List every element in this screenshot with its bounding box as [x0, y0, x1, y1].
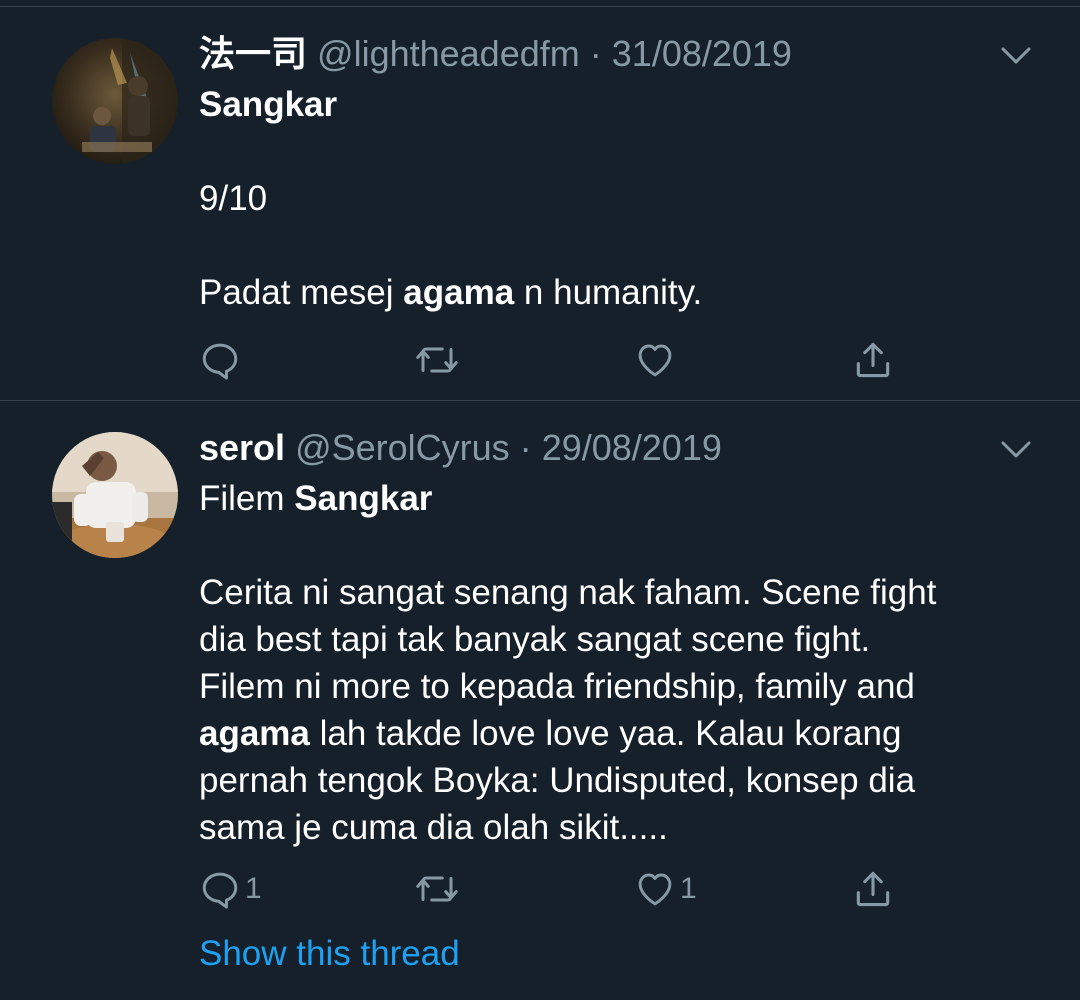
- share-button[interactable]: [851, 335, 895, 385]
- tweet-actions: 1 1: [199, 864, 919, 914]
- reply-button[interactable]: 1: [199, 864, 262, 914]
- tweet-header: 法一司 @lightheadedfm · 31/08/2019: [199, 32, 792, 76]
- tweet-text-run: Filem: [199, 479, 295, 518]
- tweet-text-line: Filem ni more to kepada friendship, fami…: [199, 663, 1019, 710]
- tweet-text-run: Cerita ni sangat senang nak faham. Scene…: [199, 573, 937, 612]
- tweet-date[interactable]: 31/08/2019: [612, 33, 792, 74]
- like-icon: [638, 873, 672, 906]
- retweet-icon: [416, 876, 458, 902]
- show-thread-link[interactable]: Show this thread: [199, 931, 460, 977]
- retweet-button[interactable]: [414, 335, 460, 385]
- tweet-text-line: Filem Sangkar: [199, 475, 1019, 522]
- tweet-text-line: Cerita ni sangat senang nak faham. Scene…: [199, 569, 1019, 616]
- tweet-text-line: pernah tengok Boyka: Undisputed, konsep …: [199, 757, 1019, 804]
- chevron-down-icon[interactable]: [998, 431, 1034, 467]
- highlighted-keyword: Sangkar: [294, 479, 433, 518]
- highlighted-keyword: agama: [403, 273, 515, 312]
- user-handle[interactable]: @SerolCyrus: [295, 427, 510, 468]
- tweet-card[interactable]: 法一司 @lightheadedfm · 31/08/2019 Sangkar 9…: [0, 7, 1080, 400]
- tweet-card[interactable]: serol @SerolCyrus · 29/08/2019 Filem San…: [0, 401, 1080, 1000]
- tweet-text-line: 9/10: [199, 175, 1019, 222]
- tweet-text-line: dia best tapi tak banyak sangat scene fi…: [199, 616, 1019, 663]
- tweet-text-run: pernah tengok Boyka: Undisputed, konsep …: [199, 761, 916, 800]
- display-name[interactable]: serol: [199, 427, 285, 468]
- like-button[interactable]: [634, 335, 680, 385]
- chevron-down-icon[interactable]: [998, 37, 1034, 73]
- like-icon: [638, 344, 672, 377]
- share-button[interactable]: [851, 864, 895, 914]
- avatar[interactable]: [52, 432, 178, 558]
- separator-dot: ·: [589, 33, 602, 74]
- tweet-text-run: 9/10: [199, 179, 268, 218]
- highlighted-keyword: Sangkar: [199, 85, 338, 124]
- like-button[interactable]: 1: [634, 864, 697, 914]
- tweet-text-run: lah takde love love yaa. Kalau korang: [309, 714, 902, 753]
- reply-icon: [202, 343, 238, 380]
- tweet-text-line: sama je cuma dia olah sikit.....: [199, 804, 1019, 851]
- highlighted-keyword: agama: [199, 714, 310, 753]
- tweet-text-run: sama je cuma dia olah sikit.....: [199, 808, 668, 847]
- retweet-icon: [416, 347, 458, 373]
- like-count: 1: [680, 872, 697, 905]
- user-handle[interactable]: @lightheadedfm: [317, 33, 580, 74]
- separator-dot: ·: [519, 427, 532, 468]
- tweet-text: Filem Sangkar Cerita ni sangat senang nak…: [199, 475, 1019, 851]
- tweet-text-line: Sangkar: [199, 81, 1019, 128]
- retweet-button[interactable]: [414, 864, 460, 914]
- reply-count: 1: [245, 872, 262, 905]
- tweet-text-run: Filem ni more to kepada friendship, fami…: [199, 667, 915, 706]
- reply-button[interactable]: [199, 335, 245, 385]
- tweet-date[interactable]: 29/08/2019: [542, 427, 722, 468]
- reply-icon: [202, 872, 238, 909]
- tweet-text-line: agama lah takde love love yaa. Kalau kor…: [199, 710, 1019, 757]
- tweet-text-run: dia best tapi tak banyak sangat scene fi…: [199, 620, 871, 659]
- tweet-text-run: Padat mesej: [199, 273, 404, 312]
- tweet-actions: [199, 335, 919, 385]
- tweet-header: serol @SerolCyrus · 29/08/2019: [199, 426, 722, 470]
- display-name[interactable]: 法一司: [199, 33, 307, 74]
- tweet-text-run: n humanity.: [514, 273, 703, 312]
- share-icon: [856, 342, 890, 378]
- share-icon: [856, 871, 890, 907]
- avatar[interactable]: [52, 38, 178, 164]
- tweet-text: Sangkar 9/10 Padat mesej agama n humanity.: [199, 81, 1019, 316]
- tweet-text-line: Padat mesej agama n humanity.: [199, 269, 1019, 316]
